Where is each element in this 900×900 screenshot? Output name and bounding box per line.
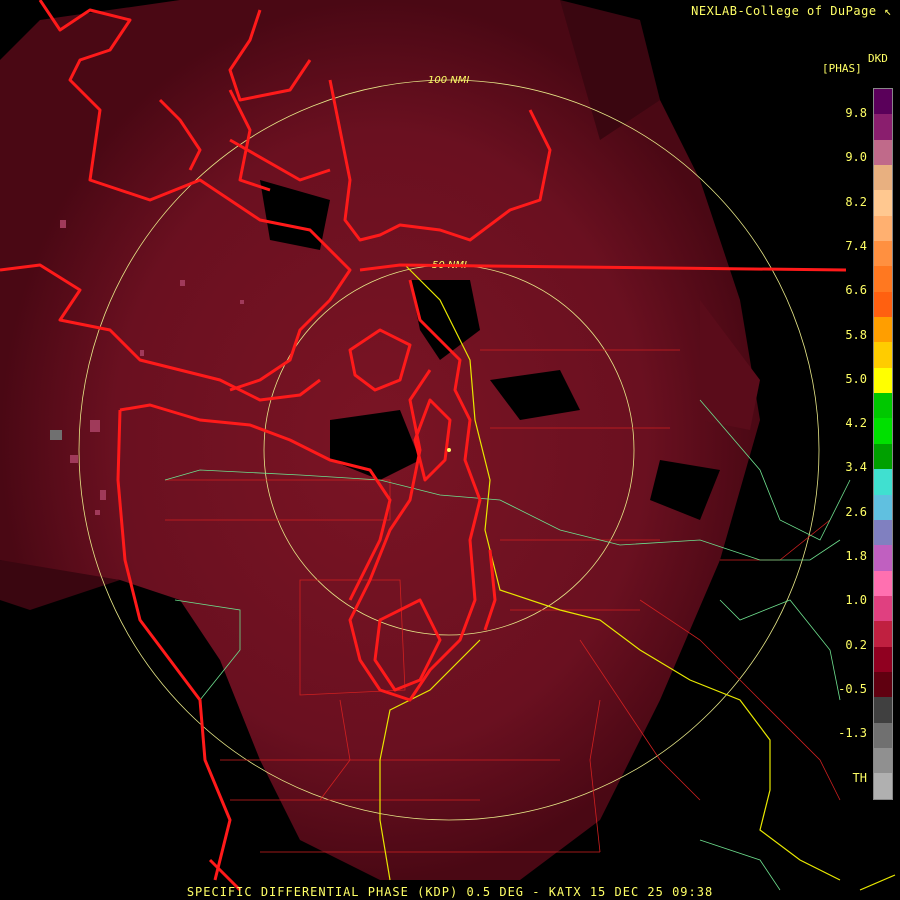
legend-label: 1.0: [845, 593, 867, 608]
legend-label: 5.8: [845, 327, 867, 342]
legend-label: 3.4: [845, 460, 867, 475]
color-scale-segment: [874, 418, 892, 444]
color-scale-segment: [874, 722, 892, 748]
color-scale-segment: [874, 114, 892, 140]
color-scale-segment: [874, 519, 892, 546]
color-scale-segment: [874, 190, 892, 216]
legend-label: 4.2: [845, 416, 867, 431]
legend-label: -1.3: [838, 726, 867, 741]
legend-product-code: DKD: [868, 52, 888, 65]
legend-label: 7.4: [845, 238, 867, 253]
color-scale-segment: [874, 671, 892, 698]
color-scale-segment: [874, 545, 892, 571]
legend-label: TH: [852, 770, 867, 785]
legend-label: 8.2: [845, 194, 867, 209]
color-scale-segment: [874, 570, 892, 596]
product-caption: SPECIFIC DIFFERENTIAL PHASE (KDP) 0.5 DE…: [186, 885, 714, 899]
color-scale-segment: [874, 469, 892, 495]
color-scale-segment: [874, 139, 892, 166]
color-scale-segment: [874, 291, 892, 318]
ring-label-100: 100 NMI: [428, 75, 469, 86]
legend-label: 9.0: [845, 150, 867, 165]
color-scale-segment: [874, 241, 892, 267]
legend-label: -0.5: [838, 681, 867, 696]
color-scale-segment: [874, 393, 892, 419]
legend-label: 2.6: [845, 504, 867, 519]
color-scale-segment: [874, 266, 892, 292]
color-scale-segment: [874, 317, 892, 343]
legend-label: 6.6: [845, 283, 867, 298]
credit-text: NEXLAB-College of DuPage ↖: [691, 4, 892, 18]
color-scale-segment: [874, 646, 892, 672]
legend-unit: [PHAS]: [822, 62, 862, 75]
radar-map: 50 NMI 100 NMI: [0, 0, 900, 900]
legend-label: 5.0: [845, 371, 867, 386]
color-scale-segment: [874, 595, 892, 622]
color-scale-segment: [874, 747, 892, 774]
color-scale-segment: [874, 215, 892, 242]
color-scale-bar: [873, 88, 893, 800]
color-scale-segment: [874, 621, 892, 647]
legend-label: 0.2: [845, 637, 867, 652]
legend-label: 1.8: [845, 549, 867, 563]
color-scale-segment: [874, 443, 892, 470]
color-scale-segment: [874, 342, 892, 368]
color-scale-segment: [874, 697, 892, 723]
color-scale-segment: [874, 89, 892, 115]
color-scale-segment: [874, 165, 892, 191]
radar-site-icon: [447, 448, 451, 452]
color-scale-segment: [874, 494, 892, 520]
color-scale-segment: [874, 773, 892, 799]
color-scale-segment: [874, 367, 892, 394]
legend-label: 9.8: [845, 106, 867, 120]
